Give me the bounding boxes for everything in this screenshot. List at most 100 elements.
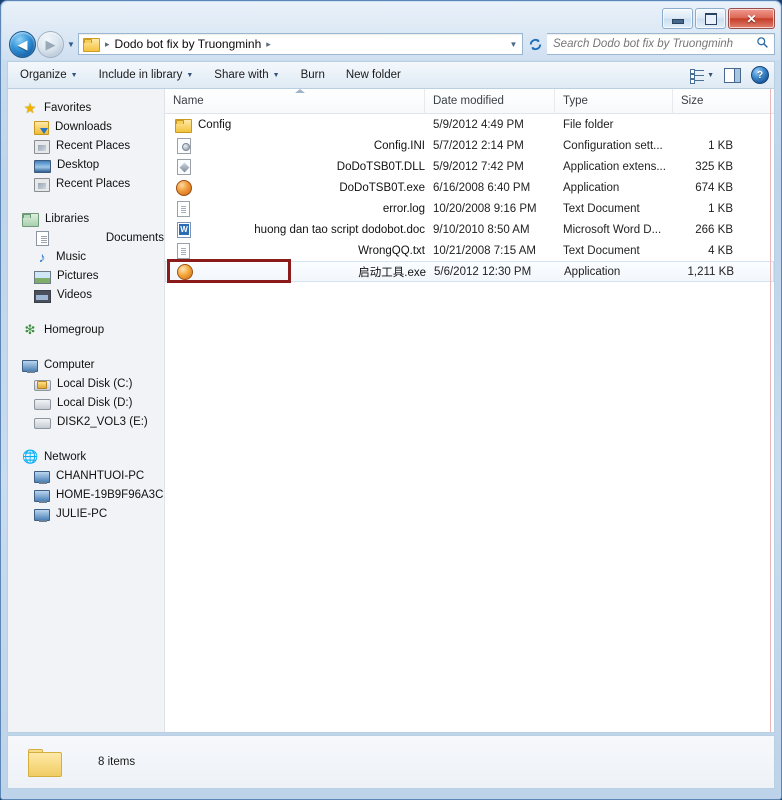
table-row[interactable]: Config.INI 5/7/2012 2:14 PM Configuratio…: [165, 135, 774, 156]
sidebar-item-chanhtuoi-pc[interactable]: CHANHTUOI-PC: [8, 466, 164, 485]
network-pc-icon: [34, 490, 50, 503]
sidebar-item-local-disk-c[interactable]: Local Disk (C:): [8, 374, 164, 393]
breadcrumb-separator-2[interactable]: ▸: [263, 39, 274, 50]
breadcrumb-bar[interactable]: ▸ Dodo bot fix by Truongminh ▸ ▼: [78, 33, 523, 55]
column-header-date-modified-label: Date modified: [433, 94, 504, 107]
back-button[interactable]: ◀: [9, 30, 36, 58]
sidebar-label-recent-places-2: Recent Places: [56, 177, 131, 190]
toolbar-share-with-label: Share with: [214, 69, 269, 81]
preview-pane-button[interactable]: [719, 65, 746, 86]
title-bar: ✕: [5, 5, 777, 29]
table-row[interactable]: DoDoTSB0T.DLL 5/9/2012 7:42 PM Applicati…: [165, 156, 774, 177]
table-row[interactable]: error.log 10/20/2008 9:16 PM Text Docume…: [165, 198, 774, 219]
nav-spacer-3: [8, 342, 164, 355]
file-list-pane[interactable]: Name Date modified Type Size Config 5/9/…: [165, 89, 774, 732]
file-date-cell: 5/9/2012 7:42 PM: [433, 160, 524, 173]
sidebar-item-homegroup[interactable]: ❇ Homegroup: [8, 320, 164, 339]
desktop-icon: [34, 159, 51, 173]
table-row[interactable]: Config 5/9/2012 4:49 PM File folder: [165, 114, 774, 135]
sidebar-item-computer[interactable]: Computer: [8, 355, 164, 374]
window-controls: ✕: [662, 8, 775, 29]
nav-spacer-4: [8, 434, 164, 447]
sort-ascending-icon: [295, 89, 305, 93]
table-row[interactable]: DoDoTSB0T.exe 6/16/2008 6:40 PM Applicat…: [165, 177, 774, 198]
file-type-cell: Microsoft Word D...: [563, 223, 662, 236]
sidebar-item-local-disk-d[interactable]: Local Disk (D:): [8, 393, 164, 412]
exe-file-icon: [177, 264, 193, 280]
chevron-down-icon: ▼: [70, 71, 78, 79]
toolbar-include-in-library-button[interactable]: Include in library ▼: [90, 64, 203, 87]
close-icon: ✕: [746, 11, 757, 26]
network-icon: 🌐: [22, 448, 39, 464]
sidebar-item-pictures[interactable]: Pictures: [8, 266, 164, 285]
sidebar-item-recent-places-2[interactable]: Recent Places: [8, 174, 164, 193]
sidebar-item-julie-pc[interactable]: JULIE-PC: [8, 504, 164, 523]
table-row[interactable]: WrongQQ.txt 10/21/2008 7:15 AM Text Docu…: [165, 240, 774, 261]
toolbar-new-folder-button[interactable]: New folder: [337, 64, 410, 87]
navigation-pane[interactable]: ★ Favorites Downloads Recent Places Desk…: [8, 89, 165, 732]
table-row[interactable]: huong dan tao script dodobot.doc 9/10/20…: [165, 219, 774, 240]
table-row-highlighted[interactable]: 启动工具.exe 5/6/2012 12:30 PM Application 1…: [165, 261, 774, 282]
breadcrumb-segment-current[interactable]: Dodo bot fix by Truongminh: [115, 37, 262, 51]
file-name-label: DoDoTSB0T.DLL: [336, 160, 425, 173]
file-size-cell: 325 KB: [695, 160, 733, 173]
sidebar-item-desktop[interactable]: Desktop: [8, 155, 164, 174]
column-header-size[interactable]: Size: [673, 89, 745, 114]
toolbar-organize-button[interactable]: Organize ▼: [11, 64, 87, 87]
file-name-cell[interactable]: DoDoTSB0T.exe: [165, 179, 425, 196]
view-options-icon: [689, 68, 705, 84]
search-input[interactable]: [547, 37, 750, 51]
toolbar-share-with-button[interactable]: Share with ▼: [205, 64, 288, 87]
forward-button[interactable]: ▶: [37, 30, 64, 58]
close-button[interactable]: ✕: [728, 8, 775, 29]
file-name-cell[interactable]: DoDoTSB0T.DLL: [165, 158, 425, 175]
disk-icon: [34, 418, 51, 429]
file-name-cell[interactable]: Config: [165, 117, 425, 133]
sidebar-item-disk2-vol3-e[interactable]: DISK2_VOL3 (E:): [8, 412, 164, 431]
libraries-icon: [22, 212, 39, 227]
file-name-cell[interactable]: 启动工具.exe: [166, 263, 426, 280]
file-size-cell: 1,211 KB: [687, 265, 734, 278]
search-box[interactable]: [547, 33, 775, 55]
column-header-type[interactable]: Type: [555, 89, 673, 114]
sidebar-label-computer: Computer: [44, 358, 95, 371]
breadcrumb-dropdown-caret-icon[interactable]: ▼: [505, 40, 522, 49]
change-view-button[interactable]: ▼: [684, 65, 719, 86]
breadcrumb-separator-1[interactable]: ▸: [102, 39, 113, 50]
file-type-cell: File folder: [563, 118, 614, 131]
sidebar-item-music[interactable]: ♪ Music: [8, 247, 164, 266]
sidebar-item-home-19b9f96a3c[interactable]: HOME-19B9F96A3C: [8, 485, 164, 504]
file-name-cell[interactable]: Config.INI: [165, 137, 425, 154]
file-type-cell: Text Document: [563, 244, 640, 257]
computer-icon: [22, 360, 38, 373]
column-header-name[interactable]: Name: [165, 89, 425, 114]
search-icon[interactable]: [750, 36, 774, 52]
file-name-cell[interactable]: huong dan tao script dodobot.doc: [165, 221, 425, 238]
refresh-button[interactable]: [523, 33, 547, 55]
sidebar-item-network[interactable]: 🌐 Network: [8, 447, 164, 466]
minimize-button[interactable]: [662, 8, 693, 29]
sidebar-item-downloads[interactable]: Downloads: [8, 117, 164, 136]
status-bar: 8 items: [7, 735, 775, 789]
column-header-date-modified[interactable]: Date modified: [425, 89, 555, 114]
file-size-cell: 266 KB: [695, 223, 733, 236]
help-button[interactable]: ?: [746, 65, 774, 86]
sidebar-item-recent-places[interactable]: Recent Places: [8, 136, 164, 155]
toolbar-organize-label: Organize: [20, 69, 67, 81]
sidebar-item-libraries[interactable]: Libraries: [8, 209, 164, 228]
file-date-cell: 5/7/2012 2:14 PM: [433, 139, 524, 152]
sidebar-label-videos: Videos: [57, 288, 92, 301]
file-name-label: Config: [198, 118, 232, 131]
file-name-cell[interactable]: error.log: [165, 200, 425, 217]
sidebar-item-favorites[interactable]: ★ Favorites: [8, 98, 164, 117]
sidebar-label-local-disk-c: Local Disk (C:): [57, 377, 133, 390]
maximize-button[interactable]: [695, 8, 726, 29]
sidebar-item-videos[interactable]: Videos: [8, 285, 164, 304]
file-date-cell: 6/16/2008 6:40 PM: [433, 181, 531, 194]
sidebar-item-documents[interactable]: Documents: [8, 228, 164, 247]
toolbar-burn-button[interactable]: Burn: [292, 64, 334, 87]
star-icon: ★: [23, 99, 37, 116]
recent-pages-dropdown[interactable]: ▼: [64, 32, 78, 57]
homegroup-icon: ❇: [24, 321, 36, 337]
file-name-cell[interactable]: WrongQQ.txt: [165, 242, 425, 259]
